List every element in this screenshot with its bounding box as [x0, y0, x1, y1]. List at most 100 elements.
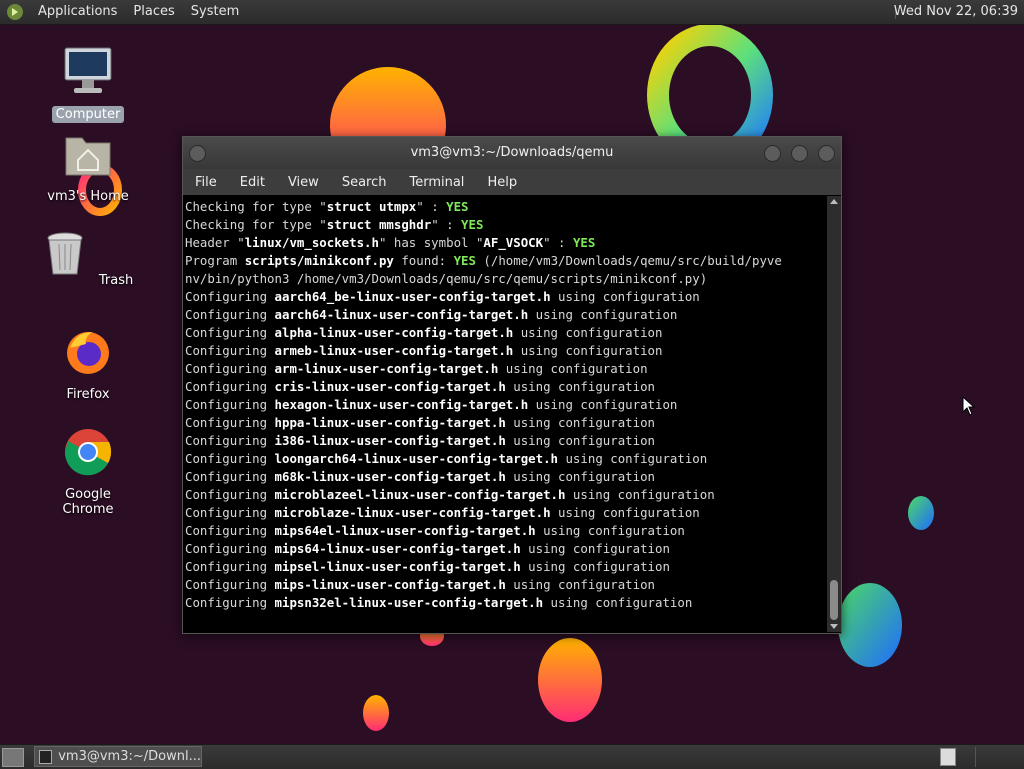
terminal-text: using configuration [543, 595, 693, 610]
terminal-line: nv/bin/python3 /home/vm3/Downloads/qemu/… [185, 270, 827, 288]
scrollbar-thumb[interactable] [830, 580, 838, 620]
terminal-text: Configuring [185, 415, 275, 430]
menu-help[interactable]: Help [479, 175, 525, 190]
terminal-text: " : [416, 199, 447, 214]
terminal-text: using configuration [565, 487, 715, 502]
computer-icon [64, 47, 112, 93]
menu-view[interactable]: View [280, 175, 327, 190]
terminal-text: mips64-linux-user-config-target.h [274, 541, 521, 556]
terminal-text: using configuration [505, 379, 655, 394]
terminal-text: Configuring [185, 505, 275, 520]
clock[interactable]: Wed Nov 22, 06:39 [894, 0, 1018, 24]
terminal-line: Configuring m68k-linux-user-config-targe… [185, 468, 827, 486]
terminal-text: using configuration [505, 433, 655, 448]
terminal-line: Configuring microblazeel-linux-user-conf… [185, 486, 827, 504]
desktop-icon-firefox[interactable]: Firefox [38, 326, 138, 403]
terminal-text: nv/bin/python3 /home/vm3/Downloads/qemu/… [185, 271, 708, 286]
terminal-line: Checking for type "struct utmpx" : YES [185, 198, 827, 216]
terminal-text: using configuration [528, 397, 678, 412]
terminal-text: Program [185, 253, 245, 268]
close-button[interactable] [818, 145, 835, 162]
desktop-icon-label: Computer [51, 106, 125, 123]
terminal-text: AF_VSOCK [483, 235, 544, 250]
terminal-text: Configuring [185, 487, 275, 502]
terminal-text: using configuration [513, 343, 663, 358]
menu-edit[interactable]: Edit [232, 175, 273, 190]
terminal-text: " : [543, 235, 573, 250]
terminal-text: using configuration [505, 415, 655, 430]
terminal-text: Configuring [185, 379, 275, 394]
window-menu-button[interactable] [189, 145, 206, 162]
terminal-line: Configuring armeb-linux-user-config-targ… [185, 342, 827, 360]
terminal-output[interactable]: Checking for type "struct utmpx" : YES Ch… [183, 196, 827, 634]
desktop-icon-home[interactable]: vm3's Home [38, 128, 138, 205]
system-logo-icon[interactable] [6, 3, 24, 21]
terminal-text: mips-linux-user-config-target.h [274, 577, 506, 592]
terminal-text: YES [572, 235, 596, 250]
terminal-text: mipsn32el-linux-user-config-target.h [274, 595, 544, 610]
terminal-line: Header "linux/vm_sockets.h" has symbol "… [185, 234, 827, 252]
terminal-menubar: File Edit View Search Terminal Help [183, 169, 841, 195]
desktop-icon-label: Google Chrome [62, 487, 114, 517]
terminal-text: microblazeel-linux-user-config-target.h [274, 487, 566, 502]
terminal-line: Configuring mips64-linux-user-config-tar… [185, 540, 827, 558]
taskbar-terminal-button[interactable]: vm3@vm3:~/Downl... [34, 746, 202, 767]
terminal-text: using configuration [520, 541, 670, 556]
taskbar-label: vm3@vm3:~/Downl... [58, 749, 201, 764]
terminal-text: aarch64-linux-user-config-target.h [274, 307, 529, 322]
terminal-line: Configuring aarch64_be-linux-user-config… [185, 288, 827, 306]
menu-applications[interactable]: Applications [30, 0, 125, 24]
scroll-up-icon[interactable] [830, 199, 838, 204]
menu-terminal[interactable]: Terminal [401, 175, 472, 190]
terminal-text: Configuring [185, 577, 275, 592]
terminal-text: microblaze-linux-user-config-target.h [274, 505, 551, 520]
terminal-line: Configuring mips-linux-user-config-targe… [185, 576, 827, 594]
terminal-text: Configuring [185, 397, 275, 412]
trash-icon [47, 232, 83, 275]
desktop-icon-computer[interactable]: Computer [38, 46, 138, 123]
terminal-line: Configuring hppa-linux-user-config-targe… [185, 414, 827, 432]
desktop-icon-trash[interactable]: Trash [38, 228, 138, 289]
terminal-window[interactable]: vm3@vm3:~/Downloads/qemu File Edit View … [182, 136, 842, 634]
terminal-text: YES [461, 217, 484, 232]
terminal-text: found: [393, 253, 454, 268]
desktop-icon-label: Trash [98, 273, 134, 288]
menu-search[interactable]: Search [334, 175, 395, 190]
workspace-switcher[interactable] [940, 748, 956, 766]
maximize-button[interactable] [791, 145, 808, 162]
terminal-line: Configuring i386-linux-user-config-targe… [185, 432, 827, 450]
terminal-text: i386-linux-user-config-target.h [274, 433, 506, 448]
terminal-text: cris-linux-user-config-target.h [274, 379, 506, 394]
terminal-text: linux/vm_sockets.h [244, 235, 379, 250]
terminal-scrollbar[interactable] [827, 196, 841, 632]
terminal-text: Configuring [185, 433, 275, 448]
terminal-text: using configuration [505, 469, 655, 484]
terminal-text: mips64el-linux-user-config-target.h [274, 523, 536, 538]
panel-separator [975, 747, 976, 767]
window-titlebar[interactable]: vm3@vm3:~/Downloads/qemu [183, 137, 841, 169]
minimize-button[interactable] [764, 145, 781, 162]
chrome-icon [64, 429, 112, 476]
terminal-text: arm-linux-user-config-target.h [274, 361, 499, 376]
terminal-text: Configuring [185, 469, 275, 484]
desktop-icon-label: Firefox [66, 387, 110, 402]
desktop-icon-chrome[interactable]: Google Chrome [38, 426, 138, 518]
terminal-line: Checking for type "struct mmsghdr" : YES [185, 216, 827, 234]
menu-places[interactable]: Places [125, 0, 182, 24]
terminal-text: aarch64_be-linux-user-config-target.h [274, 289, 551, 304]
menu-system[interactable]: System [183, 0, 247, 24]
terminal-text: Header " [185, 235, 245, 250]
terminal-text: Configuring [185, 559, 275, 574]
terminal-icon [39, 749, 53, 764]
terminal-text: YES [446, 199, 469, 214]
terminal-text: struct utmpx [326, 199, 417, 214]
terminal-text: mipsel-linux-user-config-target.h [274, 559, 521, 574]
terminal-text: YES [453, 253, 476, 268]
scroll-down-icon[interactable] [830, 624, 838, 629]
terminal-text: using configuration [558, 451, 708, 466]
window-title: vm3@vm3:~/Downloads/qemu [410, 145, 614, 160]
desktop-icon-label: vm3's Home [47, 189, 129, 204]
menu-file[interactable]: File [187, 175, 225, 190]
terminal-text: using configuration [550, 505, 700, 520]
show-desktop-button[interactable] [2, 748, 24, 767]
